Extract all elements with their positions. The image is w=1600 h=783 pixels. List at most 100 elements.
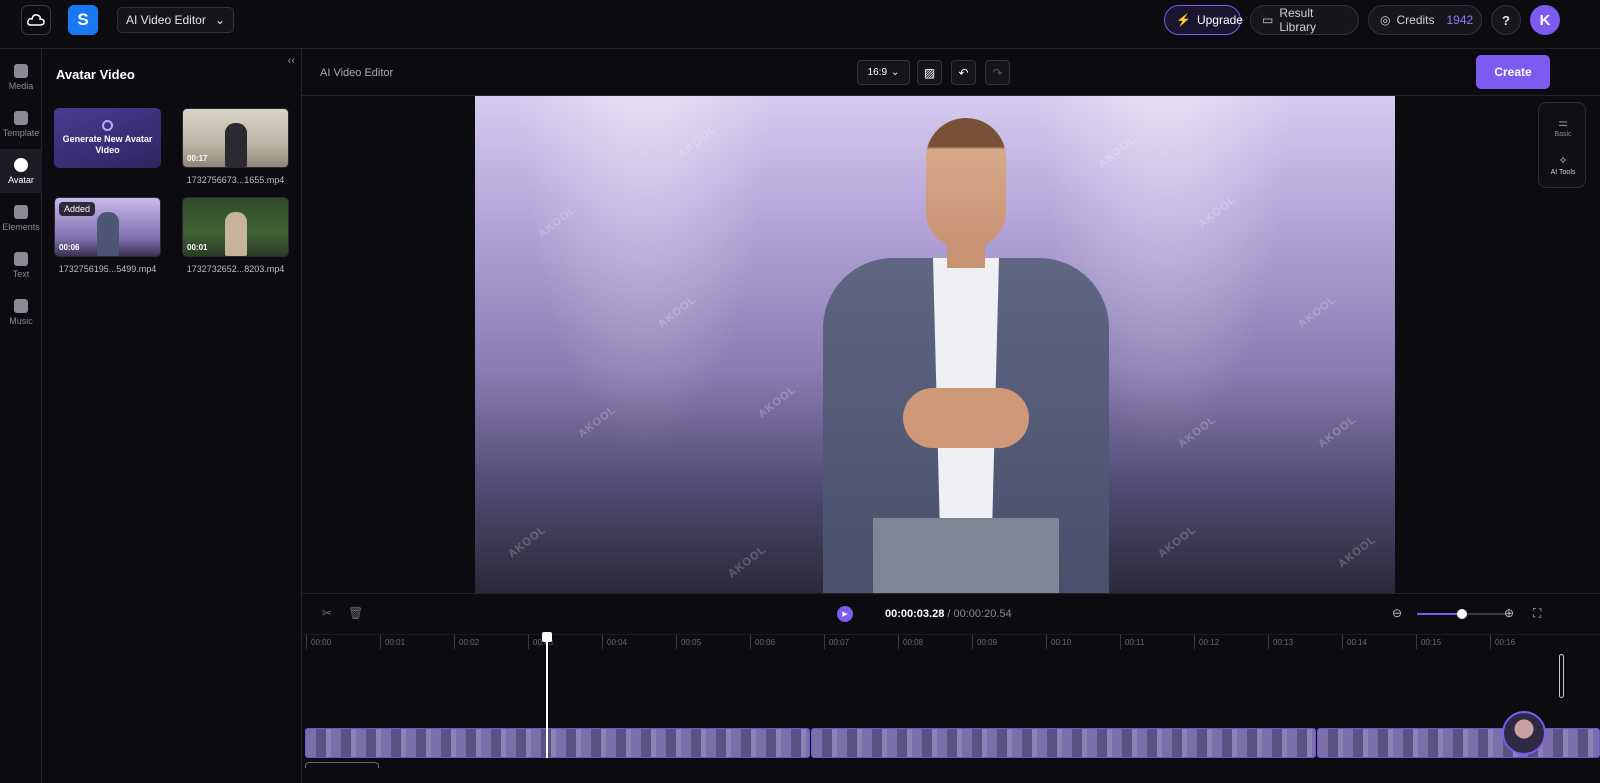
upgrade-label: Upgrade bbox=[1196, 13, 1243, 27]
track-scroll-handle[interactable] bbox=[1559, 654, 1564, 698]
aspect-ratio-select[interactable]: 16:9 ⌄ bbox=[857, 60, 910, 85]
ruler-tick: 00:13 bbox=[1268, 635, 1293, 649]
presenter-hands bbox=[903, 388, 1029, 448]
redo-button[interactable]: ↷ bbox=[985, 60, 1010, 85]
collapse-panel-button[interactable]: ‹‹ bbox=[288, 55, 295, 67]
credits-button[interactable]: ◎ Credits 1942 bbox=[1368, 5, 1482, 35]
basic-tool-label: Basic bbox=[1554, 131, 1572, 138]
asset-filename: 1732756195...5499.mp4 bbox=[58, 264, 157, 274]
editor-title: AI Video Editor bbox=[320, 67, 394, 79]
video-clip[interactable] bbox=[305, 728, 810, 758]
rail-item-template[interactable]: Template bbox=[0, 102, 42, 146]
rail-item-media[interactable]: Media bbox=[0, 55, 42, 99]
asset-duration: 00:01 bbox=[187, 243, 208, 252]
added-badge: Added bbox=[59, 202, 96, 216]
ruler-tick: 00:01 bbox=[380, 635, 405, 649]
watermark: AKOOL bbox=[506, 523, 549, 561]
basic-tool[interactable]: ⚌ Basic bbox=[1539, 117, 1587, 138]
help-button[interactable]: ? bbox=[1491, 5, 1521, 35]
watermark: AKOOL bbox=[1296, 293, 1339, 331]
ruler-tick: 00:10 bbox=[1046, 635, 1071, 649]
ruler-tick: 00:11 bbox=[1120, 635, 1144, 649]
folder-icon: ▭ bbox=[1262, 13, 1274, 27]
ai-tools[interactable]: ✧ AI Tools bbox=[1539, 155, 1587, 176]
asset-filename: 1732732652...8203.mp4 bbox=[186, 264, 285, 274]
play-icon: ▶ bbox=[842, 611, 848, 618]
ruler-tick: 00:06 bbox=[750, 635, 775, 649]
ruler-tick: 00:14 bbox=[1342, 635, 1367, 649]
rail-item-label: Avatar bbox=[8, 174, 34, 185]
time-ruler[interactable]: 00:00 00:01 00:02 00:03 00:04 00:05 00:06 00:07… bbox=[302, 634, 1600, 654]
background-button[interactable]: ▨ bbox=[917, 60, 942, 85]
play-button[interactable]: ▶ bbox=[837, 606, 853, 622]
lightning-icon: ⚡ bbox=[1176, 13, 1191, 27]
zoom-out-icon[interactable]: ⊖ bbox=[1392, 606, 1402, 620]
watermark: AKOOL bbox=[1316, 413, 1359, 451]
cloud-logo-icon[interactable] bbox=[21, 5, 51, 35]
ruler-tick: 00:04 bbox=[602, 635, 627, 649]
credits-label: Credits bbox=[1396, 13, 1435, 27]
create-button[interactable]: Create bbox=[1476, 55, 1550, 89]
ruler-tick: 00:07 bbox=[824, 635, 849, 649]
video-canvas[interactable]: AKOOL AKOOL AKOOL AKOOL AKOOL AKOOL AKOO… bbox=[475, 96, 1395, 593]
avatar-presenter[interactable] bbox=[823, 118, 1109, 593]
rail-item-avatar[interactable]: Avatar bbox=[0, 149, 42, 193]
rail-item-text[interactable]: Text bbox=[0, 243, 42, 287]
rail-item-music[interactable]: Music bbox=[0, 290, 42, 334]
rail-item-label: Elements bbox=[2, 221, 40, 232]
timecode: 00:00:03.28 / 00:00:20.54 bbox=[885, 608, 1012, 620]
upgrade-button[interactable]: ⚡ Upgrade bbox=[1164, 5, 1243, 35]
ruler-tick: 00:16 bbox=[1490, 635, 1515, 649]
user-avatar[interactable]: K bbox=[1530, 5, 1560, 35]
track-add-tab[interactable] bbox=[305, 762, 379, 768]
project-select-label: AI Video Editor bbox=[126, 13, 206, 27]
fullscreen-icon[interactable]: ⛶ bbox=[1533, 606, 1541, 621]
sliders-icon: ⚌ bbox=[1558, 117, 1568, 129]
editor-header: AI Video Editor 16:9 ⌄ ▨ ↶ ↷ Create bbox=[302, 49, 1600, 96]
zoom-slider-handle[interactable] bbox=[1457, 609, 1467, 619]
rail-item-elements[interactable]: Elements bbox=[0, 196, 42, 240]
asset-duration: 00:17 bbox=[187, 154, 208, 163]
credits-icon: ◎ bbox=[1380, 13, 1391, 27]
asset-thumbnail[interactable]: 00:17 bbox=[182, 108, 289, 168]
chevron-down-icon: ⌄ bbox=[891, 67, 900, 78]
generate-avatar-button[interactable]: Generate New Avatar Video bbox=[54, 108, 161, 168]
right-tools-panel: ⚌ Basic ✧ AI Tools bbox=[1538, 102, 1586, 188]
ruler-tick: 00:08 bbox=[898, 635, 923, 649]
left-rail: Media Template Avatar Elements Text Musi… bbox=[0, 49, 42, 783]
playhead[interactable] bbox=[542, 632, 552, 758]
undo-button[interactable]: ↶ bbox=[951, 60, 976, 85]
trash-icon[interactable]: 🗑 bbox=[348, 606, 363, 620]
video-clip[interactable] bbox=[811, 728, 1316, 758]
video-track bbox=[305, 728, 1600, 758]
workspace-badge[interactable]: S bbox=[68, 5, 98, 35]
asset-duration: 00:06 bbox=[59, 243, 80, 252]
avatar-figure bbox=[96, 212, 119, 256]
zoom-slider-fill bbox=[1417, 613, 1462, 615]
project-select[interactable]: AI Video Editor ⌄ bbox=[117, 7, 234, 33]
watermark: AKOOL bbox=[726, 543, 769, 581]
aspect-ratio-label: 16:9 bbox=[867, 67, 888, 78]
result-library-button[interactable]: ▭ Result Library bbox=[1250, 5, 1359, 35]
preview-stage: AKOOL AKOOL AKOOL AKOOL AKOOL AKOOL AKOO… bbox=[302, 96, 1600, 593]
ruler-tick: 00:15 bbox=[1416, 635, 1441, 649]
current-time: 00:00:03.28 bbox=[885, 608, 945, 620]
music-icon bbox=[14, 298, 28, 313]
rail-item-label: Media bbox=[8, 80, 34, 91]
zoom-slider[interactable] bbox=[1417, 609, 1507, 619]
total-time: 00:00:20.54 bbox=[953, 608, 1012, 620]
scissors-icon[interactable]: ✂ bbox=[322, 606, 332, 620]
time-separator: / bbox=[944, 608, 954, 620]
ruler-tick: 00:02 bbox=[454, 635, 479, 649]
user-plus-icon bbox=[102, 120, 113, 131]
asset-thumbnail[interactable]: 00:01 bbox=[182, 197, 289, 257]
asset-thumbnail[interactable]: Added 00:06 bbox=[54, 197, 161, 257]
text-icon bbox=[14, 251, 28, 266]
video-clip[interactable] bbox=[1317, 728, 1600, 758]
zoom-in-icon[interactable]: ⊕ bbox=[1504, 606, 1514, 620]
elements-icon bbox=[14, 204, 28, 219]
assistant-avatar-button[interactable] bbox=[1502, 711, 1546, 755]
ruler-tick: 00:09 bbox=[972, 635, 997, 649]
ai-tools-label: AI Tools bbox=[1550, 169, 1576, 176]
ruler-tick: 00:05 bbox=[676, 635, 701, 649]
